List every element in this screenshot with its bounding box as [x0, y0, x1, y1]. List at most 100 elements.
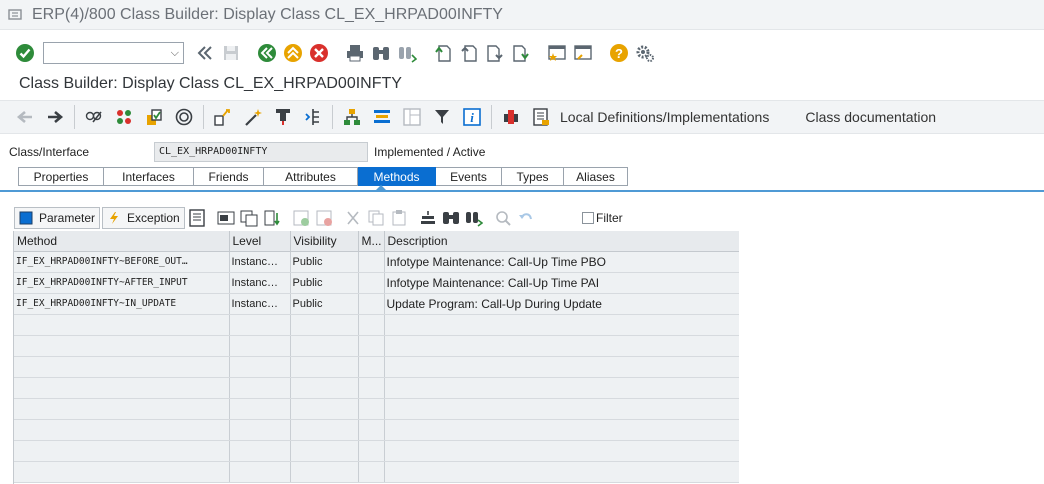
empty-cell[interactable]: [384, 398, 739, 420]
pretty-printer-icon[interactable]: [272, 106, 294, 128]
help-icon[interactable]: ?: [608, 42, 630, 64]
enter-check-icon[interactable]: [14, 42, 36, 64]
empty-cell[interactable]: [229, 398, 291, 420]
find-next-binoculars-icon[interactable]: [464, 208, 484, 228]
empty-cell[interactable]: [14, 335, 230, 357]
empty-cell[interactable]: [14, 440, 230, 462]
empty-cell[interactable]: [290, 398, 359, 420]
empty-cell[interactable]: [384, 440, 739, 462]
table-row[interactable]: IF_EX_HRPAD00INFTY~IN_UPDATE Instanc… Pu…: [14, 293, 739, 315]
hierarchy-icon[interactable]: [341, 106, 363, 128]
where-used-icon[interactable]: [173, 106, 195, 128]
filter-icon[interactable]: [431, 106, 453, 128]
empty-cell[interactable]: [384, 314, 739, 336]
active-inactive-icon[interactable]: [113, 106, 135, 128]
empty-cell[interactable]: [229, 419, 291, 441]
empty-cell[interactable]: [384, 335, 739, 357]
column-header-visibility[interactable]: Visibility: [290, 231, 359, 252]
chevron-down-icon[interactable]: ⌵: [171, 47, 179, 60]
empty-cell[interactable]: [14, 314, 230, 336]
empty-cell[interactable]: [290, 419, 359, 441]
undo-icon[interactable]: [516, 208, 536, 228]
empty-cell[interactable]: [384, 419, 739, 441]
paste-icon[interactable]: [389, 208, 409, 228]
empty-cell[interactable]: [358, 461, 385, 483]
empty-cell[interactable]: [229, 440, 291, 462]
info-icon[interactable]: i: [461, 106, 483, 128]
tab-types[interactable]: Types: [502, 167, 564, 186]
filter-checkbox-box[interactable]: [582, 212, 594, 224]
empty-table-row[interactable]: [14, 461, 739, 483]
tab-friends[interactable]: Friends: [194, 167, 264, 186]
description-cell[interactable]: Infotype Maintenance: Call-Up Time PBO: [384, 251, 739, 273]
next-page-icon[interactable]: [484, 42, 506, 64]
class-documentation-button[interactable]: Class documentation: [805, 109, 936, 125]
level-cell[interactable]: Instanc…: [229, 251, 291, 273]
empty-cell[interactable]: [358, 314, 385, 336]
copy-icon[interactable]: [366, 208, 386, 228]
table-row[interactable]: IF_EX_HRPAD00INFTY~BEFORE_OUT… Instanc… …: [14, 251, 739, 273]
cut-icon[interactable]: [343, 208, 363, 228]
find-binoculars-icon[interactable]: [441, 208, 461, 228]
object-list-icon[interactable]: [212, 106, 234, 128]
wizard-icon[interactable]: [242, 106, 264, 128]
filter-checkbox[interactable]: Filter: [582, 211, 623, 225]
empty-cell[interactable]: [229, 356, 291, 378]
empty-cell[interactable]: [290, 461, 359, 483]
empty-cell[interactable]: [358, 440, 385, 462]
table-row[interactable]: IF_EX_HRPAD00INFTY~AFTER_INPUT Instanc… …: [14, 272, 739, 294]
visibility-cell[interactable]: Public: [290, 272, 359, 294]
back-arrow-icon[interactable]: [14, 106, 36, 128]
empty-cell[interactable]: [14, 398, 230, 420]
method-type-cell[interactable]: [358, 272, 385, 294]
print-icon[interactable]: [344, 42, 366, 64]
visibility-cell[interactable]: Public: [290, 251, 359, 273]
column-header-description[interactable]: Description: [384, 231, 739, 252]
add-row-icon[interactable]: [291, 208, 311, 228]
exit-icon[interactable]: [282, 42, 304, 64]
delete-row-icon[interactable]: [314, 208, 334, 228]
empty-cell[interactable]: [229, 377, 291, 399]
description-cell[interactable]: Infotype Maintenance: Call-Up Time PAI: [384, 272, 739, 294]
enhancement-icon[interactable]: [500, 106, 522, 128]
empty-table-row[interactable]: [14, 335, 739, 357]
back-icon[interactable]: [256, 42, 278, 64]
empty-cell[interactable]: [384, 377, 739, 399]
tab-properties[interactable]: Properties: [18, 167, 104, 186]
insert-row-icon[interactable]: [216, 208, 236, 228]
command-field[interactable]: ⌵: [43, 42, 184, 64]
visibility-cell[interactable]: Public: [290, 293, 359, 315]
forward-arrow-icon[interactable]: [44, 106, 66, 128]
empty-cell[interactable]: [229, 461, 291, 483]
empty-cell[interactable]: [358, 419, 385, 441]
empty-table-row[interactable]: [14, 356, 739, 378]
method-type-cell[interactable]: [358, 251, 385, 273]
window-menu-icon[interactable]: [8, 8, 24, 22]
empty-table-row[interactable]: [14, 398, 739, 420]
level-cell[interactable]: Instanc…: [229, 293, 291, 315]
first-page-icon[interactable]: [432, 42, 454, 64]
level-cell[interactable]: Instanc…: [229, 272, 291, 294]
empty-table-row[interactable]: [14, 377, 739, 399]
empty-cell[interactable]: [14, 377, 230, 399]
parameter-button[interactable]: Parameter: [14, 207, 101, 229]
description-cell[interactable]: Update Program: Call-Up During Update: [384, 293, 739, 315]
empty-table-row[interactable]: [14, 440, 739, 462]
class-interface-field[interactable]: CL_EX_HRPAD00INFTY: [154, 142, 368, 162]
layout-panels-icon[interactable]: [401, 106, 423, 128]
copy-rows-icon[interactable]: [239, 208, 259, 228]
tab-interfaces[interactable]: Interfaces: [104, 167, 194, 186]
source-code-icon[interactable]: [187, 208, 207, 228]
empty-cell[interactable]: [384, 461, 739, 483]
empty-cell[interactable]: [14, 356, 230, 378]
empty-cell[interactable]: [14, 461, 230, 483]
empty-cell[interactable]: [290, 377, 359, 399]
find-icon[interactable]: [370, 42, 392, 64]
empty-cell[interactable]: [358, 335, 385, 357]
sort-rows-icon[interactable]: [262, 208, 282, 228]
generate-shortcut-icon[interactable]: [572, 42, 594, 64]
cancel-icon[interactable]: [308, 42, 330, 64]
empty-cell[interactable]: [14, 419, 230, 441]
empty-cell[interactable]: [229, 335, 291, 357]
create-session-icon[interactable]: [546, 42, 568, 64]
